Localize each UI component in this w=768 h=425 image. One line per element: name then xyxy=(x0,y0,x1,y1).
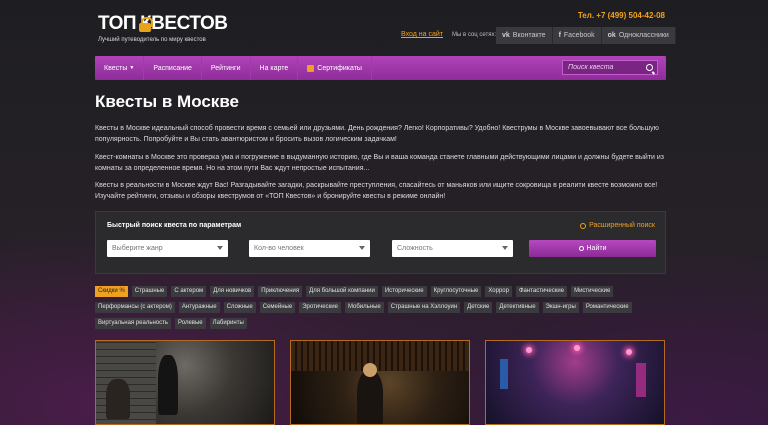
actor-figure xyxy=(158,355,178,415)
lamp-icon xyxy=(574,345,580,351)
chevron-down-icon xyxy=(502,246,508,250)
intro-paragraph-2: Квест-комнаты в Москве это проверка ума … xyxy=(95,154,665,172)
tag-item[interactable]: Лабиринты xyxy=(209,318,247,329)
tag-item[interactable]: Антуражные xyxy=(178,302,220,313)
nav-item-label: Расписание xyxy=(153,64,192,72)
chevron-down-icon: ▼ xyxy=(129,65,135,71)
nav-item-label: Квесты xyxy=(104,64,128,72)
social-label: Мы в соц сетях: xyxy=(452,32,497,38)
logo-text-left: ТОП xyxy=(98,13,137,34)
logo-tagline: Лучший путеводитель по миру квестов xyxy=(98,37,206,43)
facebook-icon: f xyxy=(558,32,561,39)
search-box xyxy=(562,60,658,75)
tag-item[interactable]: Мистические xyxy=(571,286,614,297)
tag-item[interactable]: Эротические xyxy=(299,302,341,313)
social-ok-label: Одноклассники xyxy=(618,32,669,39)
neon-image xyxy=(636,363,646,397)
login-link[interactable]: Вход на сайт xyxy=(401,31,443,38)
tag-item[interactable]: Страшные на Хэллоуин xyxy=(387,302,461,313)
find-button[interactable]: Найти xyxy=(529,240,656,257)
logo-text: ТОП КВЕСТОВ xyxy=(98,13,228,34)
social-facebook-label: Facebook xyxy=(563,32,595,39)
tag-item[interactable]: Романтические xyxy=(582,302,632,313)
search-icon xyxy=(580,222,587,229)
chevron-down-icon xyxy=(217,246,223,250)
tag-item[interactable]: Страшные xyxy=(131,286,168,297)
tag-item[interactable]: С актером xyxy=(171,286,207,297)
search-icon xyxy=(578,246,584,251)
tag-item[interactable]: Перформансы (с актером) xyxy=(95,302,175,313)
vk-icon: vk xyxy=(502,32,510,39)
bookshelf-image xyxy=(291,341,469,371)
nav-item-schedule[interactable]: Расписание xyxy=(144,56,202,80)
neon-image xyxy=(500,359,508,389)
genre-select-value: Выберите жанр xyxy=(112,245,163,252)
intro-paragraph-1: Квесты в Москве идеальный способ провест… xyxy=(95,125,659,143)
tag-item[interactable]: Ролевые xyxy=(175,318,206,329)
tag-item[interactable]: Фантастические xyxy=(515,286,568,297)
people-select[interactable]: Кол-во человек xyxy=(249,240,370,257)
chevron-down-icon xyxy=(359,246,365,250)
nav-item-label: Рейтинги xyxy=(210,64,241,72)
quest-card-2[interactable] xyxy=(290,340,470,425)
face-image xyxy=(363,363,377,377)
nav-item-label: Сертификаты xyxy=(317,64,362,72)
nav-item-quests[interactable]: Квесты ▼ xyxy=(95,56,145,80)
tag-item[interactable]: Хоррор xyxy=(485,286,512,297)
lamp-icon xyxy=(626,349,632,355)
tag-item[interactable]: Круглосуточные xyxy=(430,286,482,297)
difficulty-select-value: Сложность xyxy=(397,245,433,252)
tag-item[interactable]: Приключения xyxy=(258,286,303,297)
tag-item[interactable]: Виртуальная реальность xyxy=(95,318,171,329)
social-facebook-button[interactable]: f Facebook xyxy=(552,27,602,44)
quick-search-title: Быстрый поиск квеста по параметрам xyxy=(107,222,242,229)
girl-figure xyxy=(357,371,383,424)
social-vk-label: Вконтакте xyxy=(512,32,546,39)
tag-item[interactable]: Мобильные xyxy=(344,302,384,313)
phone-number[interactable]: Тел. +7 (499) 504-42-08 xyxy=(578,11,665,20)
tag-item[interactable]: Детские xyxy=(464,302,493,313)
fireplace-image xyxy=(106,379,130,419)
tag-item[interactable]: Экшн-игры xyxy=(542,302,579,313)
search-icon[interactable] xyxy=(646,64,653,71)
genre-select[interactable]: Выберите жанр xyxy=(107,240,228,257)
social-vk-button[interactable]: vk Вконтакте xyxy=(496,27,553,44)
search-input[interactable] xyxy=(568,64,644,71)
main-nav: Квесты ▼ Расписание Рейтинги На карте Се… xyxy=(95,56,666,80)
intro-paragraph-3: Квесты в реальности в Москве ждут Вас! Р… xyxy=(95,182,658,200)
logo-text-right: КВЕСТОВ xyxy=(140,13,228,34)
difficulty-select[interactable]: Сложность xyxy=(392,240,513,257)
quick-search-panel: Быстрый поиск квеста по параметрам Расши… xyxy=(95,211,666,274)
logo[interactable]: ТОП КВЕСТОВ Лучший путеводитель по миру … xyxy=(98,13,228,46)
nav-item-label: На карте xyxy=(259,64,289,72)
tag-item[interactable]: Скидки % xyxy=(95,286,128,297)
social-ok-button[interactable]: ok Одноклассники xyxy=(601,27,676,44)
quest-card-3[interactable] xyxy=(485,340,665,425)
quest-card-1[interactable] xyxy=(95,340,275,425)
tag-item[interactable]: Семейные xyxy=(259,302,296,313)
lamp-icon xyxy=(526,347,532,353)
tag-item[interactable]: Исторические xyxy=(381,286,427,297)
nav-item-ratings[interactable]: Рейтинги xyxy=(202,56,251,80)
tag-item[interactable]: Для новичков xyxy=(210,286,255,297)
odnoklassniki-icon: ok xyxy=(607,32,616,39)
tag-list: Скидки % Страшные С актером Для новичков При… xyxy=(95,286,670,329)
page-title: Квесты в Москве xyxy=(95,92,239,111)
tag-item[interactable]: Для большой компании xyxy=(306,286,378,297)
tag-item[interactable]: Детективные xyxy=(496,302,539,313)
nav-item-certificates[interactable]: Сертификаты xyxy=(298,56,372,80)
advanced-search-link[interactable]: Расширенный поиск xyxy=(580,222,655,229)
find-button-label: Найти xyxy=(586,245,607,252)
tag-item[interactable]: Сложные xyxy=(223,302,256,313)
nav-item-map[interactable]: На карте xyxy=(251,56,299,80)
advanced-search-label: Расширенный поиск xyxy=(589,222,655,229)
people-select-value: Кол-во человек xyxy=(254,245,304,252)
social-links: vk Вконтакте f Facebook ok Одноклассники xyxy=(496,27,676,44)
gift-icon xyxy=(307,64,315,72)
